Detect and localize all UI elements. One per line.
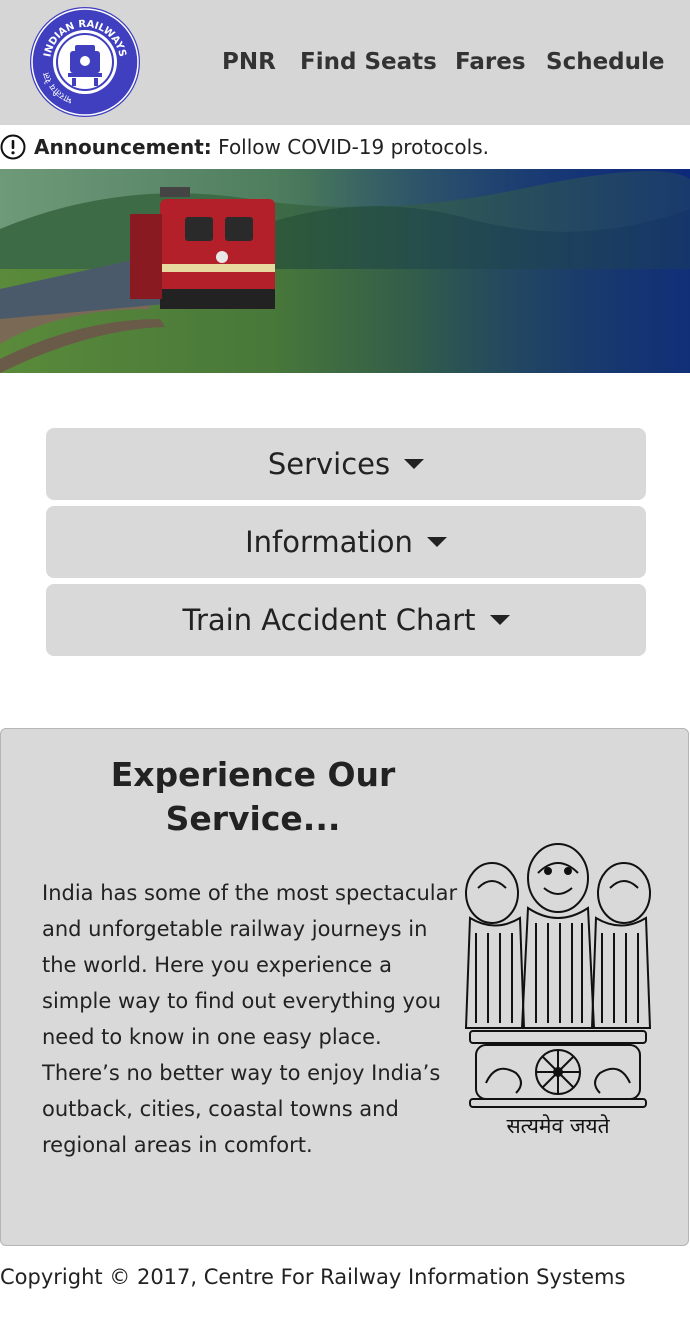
experience-panel: Experience Our Service... India has some… bbox=[0, 728, 689, 1246]
services-dropdown-label: Services bbox=[267, 447, 391, 481]
nav-pnr[interactable]: PNR bbox=[222, 44, 276, 80]
nav-find-seats[interactable]: Find Seats bbox=[300, 44, 437, 80]
panel-title: Experience Our Service... bbox=[110, 755, 396, 838]
train-accident-chart-dropdown[interactable]: Train Accident Chart bbox=[46, 584, 646, 656]
national-emblem-image: सत्यमेव जयते bbox=[464, 843, 652, 1138]
hero-train-image bbox=[0, 169, 690, 373]
exclamation-circle-icon bbox=[0, 134, 26, 160]
caret-down-icon bbox=[404, 459, 425, 469]
announcement-text: Announcement: Follow COVID-19 protocols. bbox=[34, 135, 489, 159]
site-header: INDIAN RAILWAYS भारतीय रेल PNR Find Seat… bbox=[0, 0, 690, 125]
information-dropdown[interactable]: Information bbox=[46, 506, 646, 578]
panel-body-text: India has some of the most spectacular a… bbox=[42, 881, 458, 1157]
announcement-label: Announcement: bbox=[34, 135, 212, 159]
nav-schedule[interactable]: Schedule bbox=[546, 44, 665, 80]
caret-down-icon bbox=[489, 615, 510, 625]
information-dropdown-label: Information bbox=[245, 525, 413, 559]
announcement-message: Follow COVID-19 protocols. bbox=[211, 135, 489, 159]
indian-railways-logo[interactable]: INDIAN RAILWAYS भारतीय रेल bbox=[28, 5, 142, 119]
services-dropdown[interactable]: Services bbox=[46, 428, 646, 500]
caret-down-icon bbox=[426, 537, 447, 547]
train-accident-chart-dropdown-label: Train Accident Chart bbox=[182, 603, 476, 637]
announcement-bar: Announcement: Follow COVID-19 protocols. bbox=[0, 125, 690, 169]
footer-copyright: Copyright © 2017, Centre For Railway Inf… bbox=[0, 1265, 626, 1289]
emblem-motto: सत्यमेव जयते bbox=[506, 1114, 610, 1138]
nav-fares[interactable]: Fares bbox=[455, 44, 526, 80]
